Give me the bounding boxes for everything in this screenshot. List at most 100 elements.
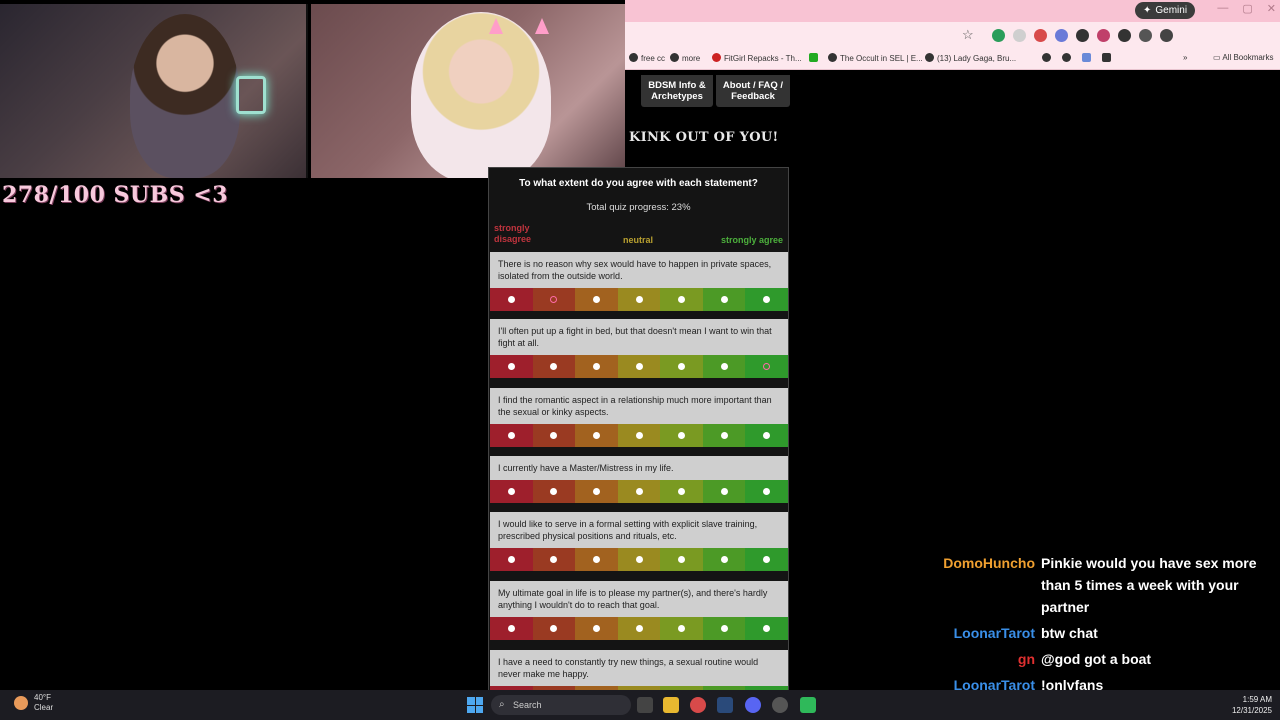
chat-username: LoonarTarot bbox=[953, 625, 1035, 641]
answer-option-2[interactable] bbox=[532, 480, 576, 503]
answer-option-5[interactable] bbox=[660, 548, 703, 571]
gemini-button[interactable]: ✦ Gemini bbox=[1135, 2, 1196, 19]
bookmark-item[interactable]: (13) Lady Gaga, Bru... bbox=[925, 53, 1016, 63]
file-explorer-icon[interactable] bbox=[663, 697, 679, 713]
radio-dot-icon bbox=[720, 296, 728, 303]
answer-option-3[interactable] bbox=[575, 617, 618, 640]
all-bookmarks[interactable]: ▭ All Bookmarks bbox=[1213, 53, 1273, 62]
answer-option-6[interactable] bbox=[702, 355, 746, 378]
answer-option-1[interactable] bbox=[490, 424, 533, 447]
answer-option-5[interactable] bbox=[660, 617, 703, 640]
answer-option-1[interactable] bbox=[490, 355, 533, 378]
extension-icon[interactable] bbox=[992, 29, 1005, 42]
answer-option-4[interactable] bbox=[617, 355, 661, 378]
answer-option-1[interactable] bbox=[490, 288, 533, 311]
bookmark-item[interactable] bbox=[1042, 53, 1054, 63]
subs-goal-overlay: 278/100 SUBS <3 bbox=[2, 182, 228, 208]
answer-option-1[interactable] bbox=[490, 617, 533, 640]
answer-option-3[interactable] bbox=[575, 480, 618, 503]
answer-option-7[interactable] bbox=[745, 355, 788, 378]
system-clock[interactable]: 1:59 AM 12/31/2025 bbox=[1232, 694, 1272, 716]
close-icon[interactable]: ✕ bbox=[1267, 2, 1276, 15]
bookmarks-bar: free cc more FitGirl Repacks - Th... The… bbox=[625, 50, 1280, 70]
extension-icon[interactable] bbox=[1013, 29, 1026, 42]
bookmark-item[interactable] bbox=[1102, 53, 1114, 63]
bookmark-item[interactable]: The Occult in SEL | E... bbox=[828, 53, 923, 63]
chat-text: btw chat bbox=[1041, 625, 1098, 641]
answer-option-2[interactable] bbox=[532, 424, 576, 447]
answer-option-6[interactable] bbox=[702, 424, 746, 447]
radio-dot-icon bbox=[592, 363, 600, 370]
answer-option-6[interactable] bbox=[702, 288, 746, 311]
folder-icon: ▭ bbox=[1213, 53, 1223, 62]
bookmarks-overflow-icon[interactable]: » bbox=[1183, 53, 1187, 62]
answer-option-6[interactable] bbox=[702, 548, 746, 571]
answer-option-4[interactable] bbox=[617, 480, 661, 503]
radio-dot-icon bbox=[592, 556, 600, 563]
answer-option-7[interactable] bbox=[745, 548, 788, 571]
extension-icon[interactable] bbox=[1034, 29, 1047, 42]
answer-option-7[interactable] bbox=[745, 617, 788, 640]
bookmark-item[interactable]: more bbox=[670, 53, 700, 63]
answer-option-5[interactable] bbox=[660, 288, 703, 311]
weather-desc: Clear bbox=[34, 703, 54, 712]
radio-dot-icon bbox=[720, 432, 728, 439]
windows-start-icon[interactable] bbox=[467, 697, 483, 713]
answer-option-4[interactable] bbox=[617, 617, 661, 640]
fitgirl-icon bbox=[712, 53, 721, 62]
answer-option-7[interactable] bbox=[745, 288, 788, 311]
bookmark-item[interactable] bbox=[1082, 53, 1094, 63]
answer-option-2[interactable] bbox=[532, 355, 576, 378]
answer-option-7[interactable] bbox=[745, 480, 788, 503]
bookmark-item[interactable]: FitGirl Repacks - Th... bbox=[712, 53, 802, 63]
answer-option-1[interactable] bbox=[490, 480, 533, 503]
answer-option-5[interactable] bbox=[660, 480, 703, 503]
play-icon bbox=[1102, 53, 1111, 62]
answer-option-3[interactable] bbox=[575, 424, 618, 447]
answer-option-4[interactable] bbox=[617, 548, 661, 571]
answer-option-3[interactable] bbox=[575, 355, 618, 378]
discord-icon[interactable] bbox=[745, 697, 761, 713]
radio-dot-icon bbox=[550, 363, 558, 370]
settings-icon[interactable] bbox=[772, 697, 788, 713]
globe-icon bbox=[670, 53, 679, 62]
weather-temp: 40°F bbox=[34, 693, 51, 702]
puzzle-icon[interactable] bbox=[1160, 29, 1173, 42]
answer-option-6[interactable] bbox=[702, 480, 746, 503]
bookmark-item[interactable]: free cc bbox=[629, 53, 665, 63]
page-headline: KINK OUT OF YOU! bbox=[629, 130, 779, 145]
answer-option-2[interactable] bbox=[532, 617, 576, 640]
taskbar: 40°F Clear ⌕ Search 1:59 AM 12/31/2025 bbox=[0, 690, 1280, 720]
bookmark-item[interactable] bbox=[1062, 53, 1074, 63]
answer-option-5[interactable] bbox=[660, 355, 703, 378]
steam-icon[interactable] bbox=[717, 697, 733, 713]
answer-option-1[interactable] bbox=[490, 548, 533, 571]
extension-icon[interactable] bbox=[1097, 29, 1110, 42]
answer-option-4[interactable] bbox=[617, 288, 661, 311]
extension-icon[interactable] bbox=[1139, 29, 1152, 42]
answer-option-7[interactable] bbox=[745, 424, 788, 447]
nav-bdsm-info[interactable]: BDSM Info & Archetypes bbox=[641, 75, 713, 107]
answer-option-3[interactable] bbox=[575, 288, 618, 311]
streamer-figure bbox=[411, 12, 551, 178]
bookmark-star-icon[interactable]: ☆ bbox=[962, 27, 974, 43]
answer-option-2[interactable] bbox=[532, 288, 576, 311]
weather-widget[interactable]: 40°F Clear bbox=[14, 693, 53, 713]
bookmark-item[interactable] bbox=[809, 53, 821, 63]
task-view-icon[interactable] bbox=[637, 697, 653, 713]
minimize-icon[interactable]: — bbox=[1217, 2, 1228, 15]
extension-icon[interactable] bbox=[1055, 29, 1068, 42]
nav-about-faq[interactable]: About / FAQ / Feedback bbox=[716, 75, 790, 107]
chrome-icon[interactable] bbox=[690, 697, 706, 713]
extension-icon[interactable] bbox=[1076, 29, 1089, 42]
answer-option-2[interactable] bbox=[532, 548, 576, 571]
answer-option-3[interactable] bbox=[575, 548, 618, 571]
answer-option-6[interactable] bbox=[702, 617, 746, 640]
maximize-icon[interactable]: ▢ bbox=[1242, 2, 1252, 15]
extension-icon[interactable] bbox=[1118, 29, 1131, 42]
answer-option-4[interactable] bbox=[617, 424, 661, 447]
answer-option-5[interactable] bbox=[660, 424, 703, 447]
radio-dot-icon bbox=[678, 488, 686, 495]
taskbar-search[interactable]: ⌕ Search bbox=[491, 695, 631, 715]
app-icon[interactable] bbox=[800, 697, 816, 713]
